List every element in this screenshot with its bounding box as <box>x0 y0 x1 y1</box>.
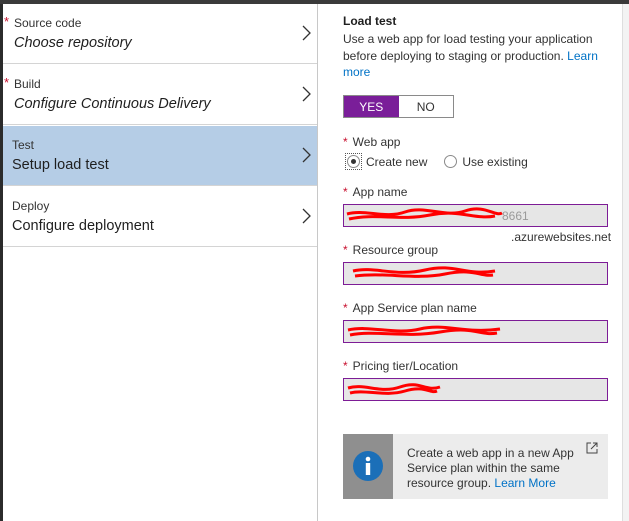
step-title: Source code <box>14 16 82 30</box>
load-test-description: Use a web app for load testing your appl… <box>343 31 608 81</box>
info-icon-panel <box>343 434 393 499</box>
create-new-radio[interactable] <box>347 155 360 168</box>
required-star: * <box>4 75 10 90</box>
step-build[interactable]: * Build Configure Continuous Delivery <box>3 65 317 125</box>
info-learn-more-link[interactable]: Learn More <box>494 476 555 490</box>
load-test-title: Load test <box>343 14 397 28</box>
step-value: Configure deployment <box>12 218 154 234</box>
step-value: Configure Continuous Delivery <box>14 96 211 112</box>
info-text: Create a web app in a new App Service pl… <box>407 446 574 490</box>
toggle-no[interactable]: NO <box>398 96 453 117</box>
app-name-suffix: .azurewebsites.net <box>511 230 612 244</box>
chevron-right-icon <box>302 86 311 102</box>
step-title: Deploy <box>12 199 50 213</box>
chevron-right-icon <box>302 25 311 41</box>
step-deploy[interactable]: Deploy Configure deployment <box>3 187 317 247</box>
step-value: Choose repository <box>14 35 132 51</box>
app-service-plan-label: * App Service plan name <box>343 301 477 315</box>
resource-group-input[interactable] <box>343 262 608 285</box>
info-icon <box>353 451 383 481</box>
pricing-tier-label: * Pricing tier/Location <box>343 359 459 373</box>
chevron-right-icon <box>302 147 311 163</box>
create-new-label[interactable]: Create new <box>366 155 427 169</box>
step-test[interactable]: Test Setup load test <box>3 126 317 186</box>
external-link-icon[interactable] <box>586 442 598 454</box>
step-title: Test <box>12 138 35 152</box>
app-name-value: 8661 <box>502 208 529 223</box>
radio-focus-ring <box>345 153 362 170</box>
resource-group-label: * Resource group <box>343 243 439 257</box>
load-test-toggle[interactable]: YES NO <box>343 95 454 118</box>
scroll-edge <box>622 4 629 521</box>
web-app-label: * Web app <box>343 135 401 149</box>
pricing-tier-input[interactable] <box>343 378 608 401</box>
info-box: Create a web app in a new App Service pl… <box>343 434 608 499</box>
web-app-radio-group: Create new Use existing <box>345 153 528 170</box>
app-name-label: * App name <box>343 185 408 199</box>
use-existing-label[interactable]: Use existing <box>462 155 527 169</box>
toggle-yes[interactable]: YES <box>344 96 399 117</box>
chevron-right-icon <box>302 208 311 224</box>
description-text: Use a web app for load testing your appl… <box>343 32 593 63</box>
app-name-input[interactable]: 8661 <box>343 204 608 227</box>
step-value: Setup load test <box>12 157 109 173</box>
app-service-plan-input[interactable] <box>343 320 608 343</box>
step-title: Build <box>14 77 41 91</box>
required-star: * <box>4 14 10 29</box>
use-existing-radio[interactable] <box>444 155 458 168</box>
step-source-code[interactable]: * Source code Choose repository <box>3 4 317 64</box>
